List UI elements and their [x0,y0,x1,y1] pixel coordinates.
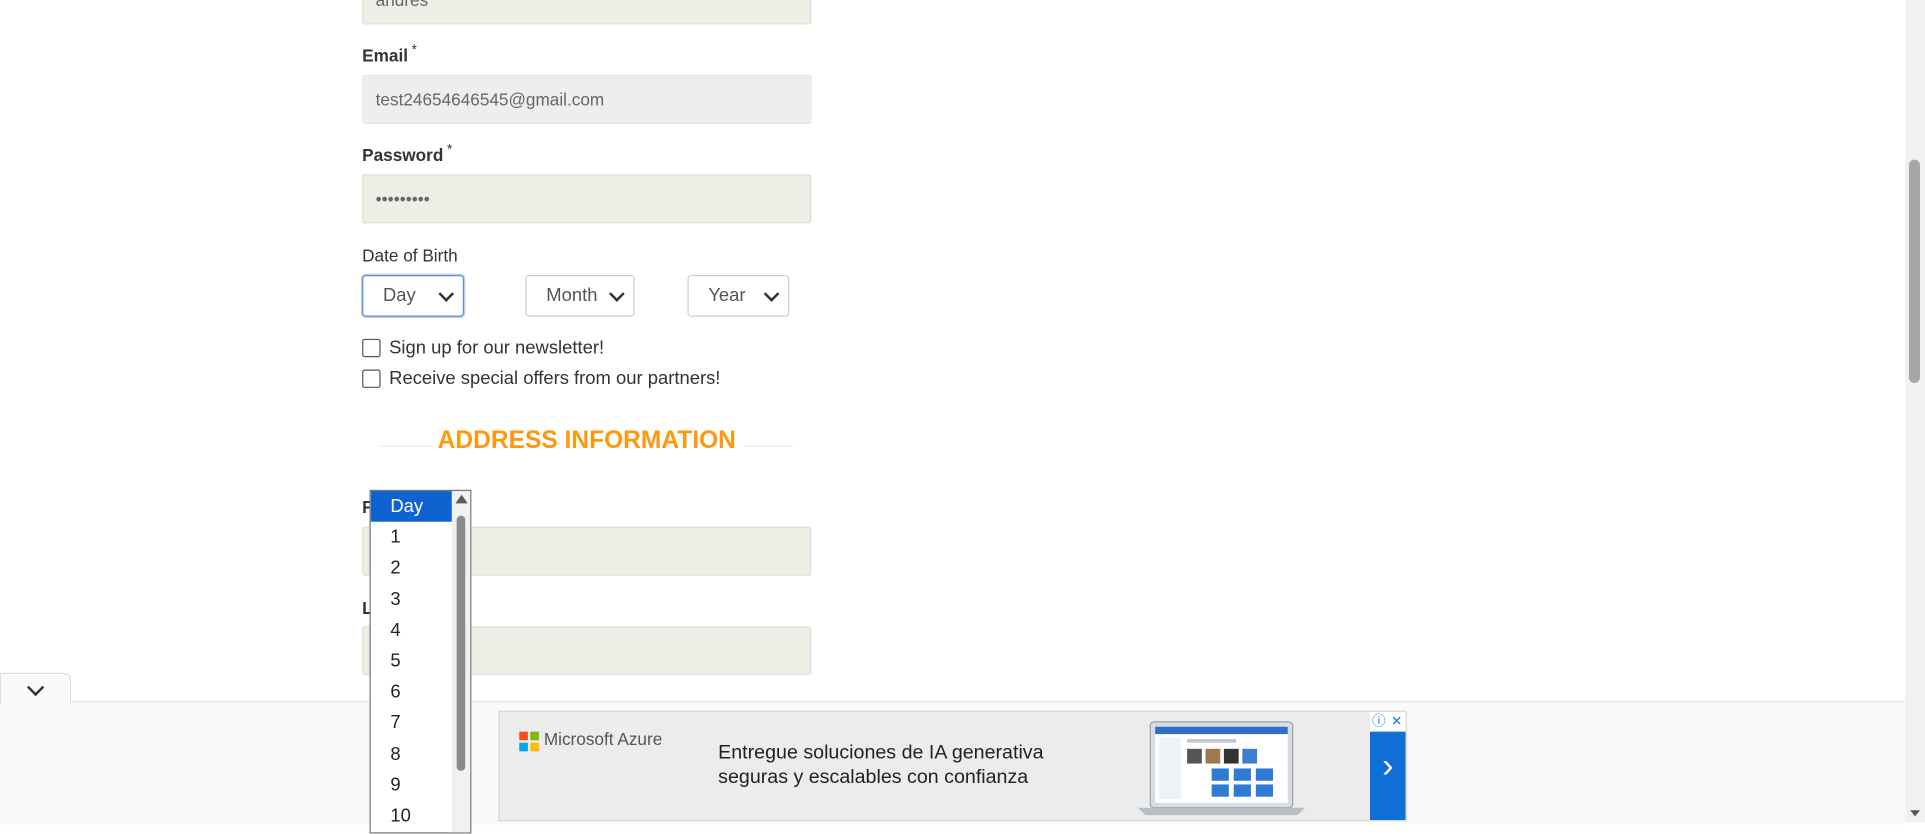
day-option[interactable]: 2 [371,553,453,584]
day-option[interactable]: 6 [371,677,453,708]
newsletter-row: Sign up for our newsletter! [362,337,605,359]
required-marker: * [411,42,417,58]
ad-headline: Entregue soluciones de IA generativa seg… [718,741,1111,790]
ad-brand: Microsoft Azure [543,729,663,749]
day-option[interactable]: 1 [371,522,453,553]
year-select[interactable]: Year [687,274,790,317]
ad-banner[interactable]: Microsoft Azure Entregue soluciones de I… [498,710,1407,822]
email-field[interactable]: test24654646545@gmail.com [362,74,812,124]
address-section-heading: ADDRESS INFORMATION [380,427,794,456]
day-select[interactable]: Day [362,274,465,317]
day-option[interactable]: 5 [371,646,453,677]
day-dropdown-list[interactable]: Day 1 2 3 4 5 6 7 8 9 10 [369,489,472,834]
day-option[interactable]: 9 [371,769,453,800]
email-label-text: Email [362,45,409,66]
page: andres Email * test24654646545@gmail.com … [0,0,1925,834]
year-select-value: Year [708,284,746,306]
newsletter-checkbox[interactable] [362,338,381,358]
close-icon[interactable]: ✕ [1388,712,1406,732]
ad-controls: ⓘ ✕ [1370,712,1406,732]
chevron-right-icon: › [1382,746,1394,785]
page-scrollbar[interactable] [1905,0,1925,823]
laptop-image [1137,721,1305,816]
name-value: andres [375,0,429,10]
ad-collapse-button[interactable] [0,672,72,704]
offers-checkbox[interactable] [362,369,381,388]
dropdown-scrollbar[interactable] [451,491,471,833]
day-option[interactable]: 8 [371,738,453,769]
microsoft-logo-icon [519,731,539,752]
day-option[interactable]: Day [370,491,453,522]
newsletter-label: Sign up for our newsletter! [389,337,605,359]
password-label-text: Password [362,144,444,165]
ad-headline-line1: Entregue soluciones de IA generativa [718,742,1044,764]
scroll-down-icon[interactable] [1910,810,1920,817]
chevron-down-icon [763,286,780,302]
chevron-down-icon [438,286,455,302]
dob-label: Date of Birth [362,246,458,266]
offers-label: Receive special offers from our partners… [389,368,721,390]
name-input[interactable]: andres [362,0,812,25]
month-select[interactable]: Month [525,274,635,317]
dob-label-text: Date of Birth [362,245,458,266]
month-select-value: Month [546,284,598,306]
email-value: test24654646545@gmail.com [375,89,605,110]
day-option[interactable]: 7 [371,707,453,738]
ad-headline-line2: seguras y escalables con confianza [718,767,1029,789]
info-icon[interactable]: ⓘ [1370,712,1388,732]
day-option[interactable]: 4 [371,615,453,646]
offers-row: Receive special offers from our partners… [362,368,720,389]
scroll-thumb[interactable] [456,515,466,771]
day-option[interactable]: 10 [371,800,453,831]
scroll-up-icon[interactable] [455,494,468,504]
chevron-down-icon [26,678,45,697]
required-marker: * [447,142,453,158]
day-option[interactable]: 3 [371,584,453,615]
password-label: Password * [362,142,453,165]
address-heading-text: ADDRESS INFORMATION [430,427,744,456]
day-select-value: Day [383,284,416,306]
password-value: ••••••••• [375,189,430,209]
password-field[interactable]: ••••••••• [362,174,812,224]
email-label: Email * [362,42,417,66]
page-scroll-thumb[interactable] [1908,159,1920,384]
chevron-down-icon [609,286,625,302]
